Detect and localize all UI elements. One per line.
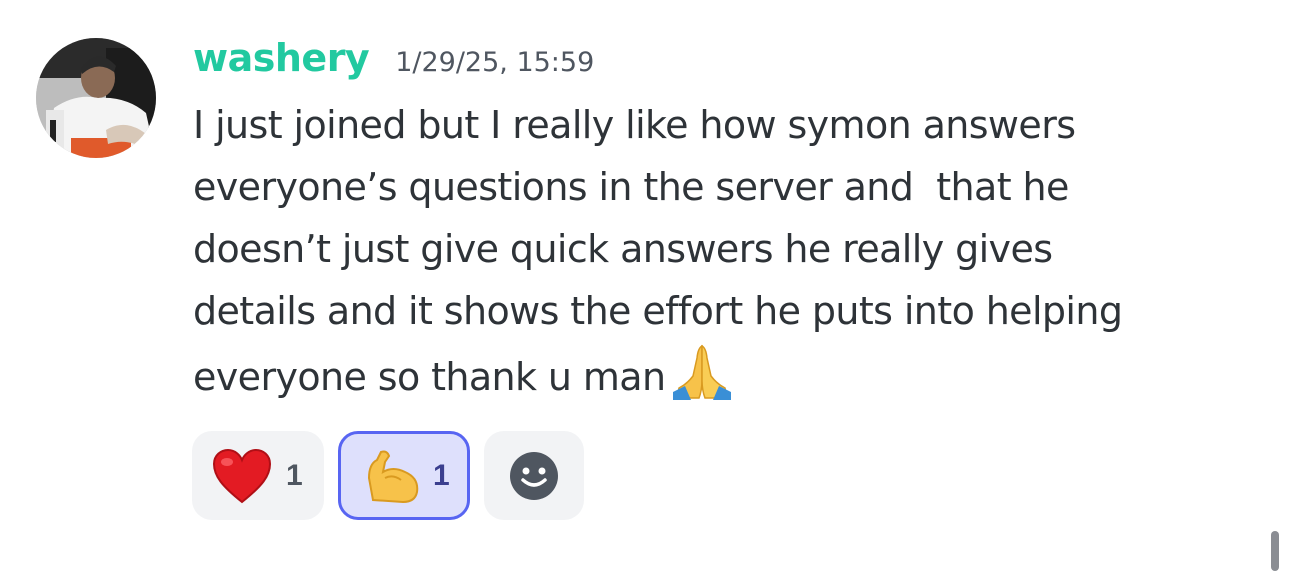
add-reaction-button[interactable] bbox=[484, 431, 584, 520]
reaction-count: 1 bbox=[433, 458, 450, 492]
user-avatar[interactable] bbox=[36, 38, 156, 158]
username[interactable]: washery bbox=[193, 36, 370, 80]
scrollbar-thumb[interactable] bbox=[1271, 531, 1279, 571]
message-header: washery 1/29/25, 15:59 bbox=[193, 36, 594, 80]
reaction-count: 1 bbox=[286, 458, 303, 492]
reaction-flexed-biceps[interactable]: 1 bbox=[338, 431, 470, 520]
chat-message: washery 1/29/25, 15:59 I just joined but… bbox=[0, 0, 1290, 571]
folded-hands-icon bbox=[673, 344, 732, 400]
red-heart-icon bbox=[212, 448, 272, 503]
smiley-face-icon bbox=[510, 451, 558, 500]
message-content: I just joined but I really like how symo… bbox=[193, 94, 1263, 408]
timestamp: 1/29/25, 15:59 bbox=[395, 47, 595, 78]
reaction-heart[interactable]: 1 bbox=[192, 431, 324, 520]
message-text: I just joined but I really like how symo… bbox=[193, 103, 1123, 399]
flexed-biceps-icon bbox=[367, 450, 419, 503]
avatar-photo bbox=[36, 38, 156, 158]
reaction-bar: 1 1 bbox=[192, 431, 584, 520]
